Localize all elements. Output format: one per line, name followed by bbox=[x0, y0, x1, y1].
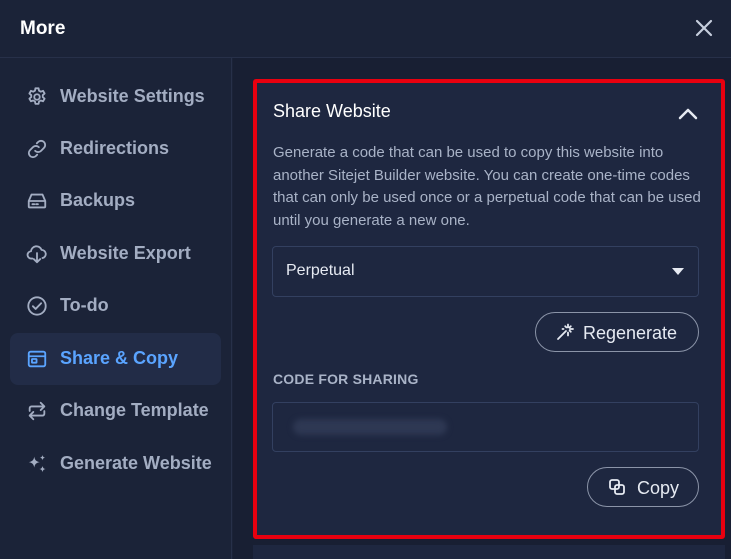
sidebar-item-label: Generate Website bbox=[60, 453, 212, 473]
collapse-button[interactable] bbox=[677, 103, 699, 125]
sidebar-item-label: Redirections bbox=[60, 138, 170, 158]
sidebar-item-label: Share & Copy bbox=[60, 348, 179, 368]
sidebar-item-website-export[interactable]: Website Export bbox=[10, 228, 221, 280]
regenerate-button[interactable]: Regenerate bbox=[535, 312, 699, 352]
copy-label: Copy bbox=[637, 478, 680, 498]
code-section-label: CODE FOR SHARING bbox=[273, 371, 419, 387]
check-circle-icon bbox=[27, 296, 47, 316]
sidebar-item-label: To-do bbox=[60, 295, 109, 315]
sidebar-item-backups[interactable]: Backups bbox=[10, 175, 221, 227]
sidebar-item-generate-website[interactable]: Generate Website bbox=[10, 438, 221, 490]
close-icon bbox=[695, 19, 713, 37]
share-mode-select[interactable]: Perpetual bbox=[272, 246, 699, 297]
magic-wand-icon bbox=[557, 323, 574, 340]
cloud-download-icon bbox=[26, 245, 47, 264]
blurred-code bbox=[293, 419, 447, 435]
swap-arrows-icon bbox=[28, 401, 46, 421]
next-panel-edge bbox=[253, 545, 725, 559]
dialog-header: More bbox=[0, 0, 731, 58]
caret-down-icon bbox=[672, 268, 684, 275]
window-icon bbox=[27, 350, 47, 368]
share-code-field[interactable] bbox=[272, 402, 699, 452]
dialog-title: More bbox=[20, 18, 66, 39]
sidebar-item-label: Backups bbox=[60, 190, 136, 210]
select-value: Perpetual bbox=[286, 262, 355, 279]
sidebar: Website Settings Redirections Backups We… bbox=[0, 58, 232, 559]
sidebar-item-redirections[interactable]: Redirections bbox=[10, 123, 221, 175]
sidebar-item-label: Website Settings bbox=[60, 86, 205, 106]
panel-title: Share Website bbox=[273, 101, 391, 121]
sidebar-item-label: Website Export bbox=[60, 243, 191, 263]
close-button[interactable] bbox=[693, 17, 715, 39]
sidebar-item-website-settings[interactable]: Website Settings bbox=[10, 71, 221, 123]
sidebar-item-change-template[interactable]: Change Template bbox=[10, 385, 221, 437]
share-description: Generate a code that can be used to copy… bbox=[273, 144, 701, 229]
sidebar-item-to-do[interactable]: To-do bbox=[10, 280, 221, 332]
link-icon bbox=[27, 139, 47, 159]
gear-icon bbox=[28, 87, 46, 105]
copy-icon bbox=[609, 479, 625, 495]
sidebar-item-label: Change Template bbox=[60, 400, 209, 420]
drive-icon bbox=[27, 193, 47, 209]
copy-button[interactable]: Copy bbox=[587, 467, 699, 507]
regenerate-label: Regenerate bbox=[583, 323, 678, 343]
share-website-panel: Share Website Generate a code that can b… bbox=[253, 79, 725, 539]
chevron-up-icon bbox=[678, 108, 698, 120]
sparkles-icon bbox=[28, 454, 46, 473]
sidebar-item-share-copy[interactable]: Share & Copy bbox=[10, 333, 221, 385]
